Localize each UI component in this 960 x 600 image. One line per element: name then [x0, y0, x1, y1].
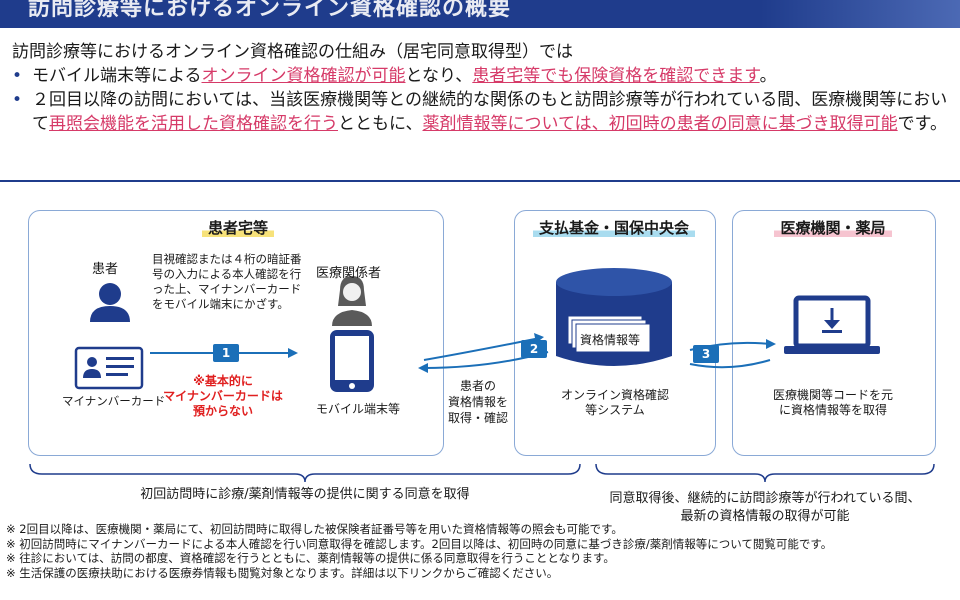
footnotes: ※ 2回目以降は、医療機関・薬局にて、初回訪問時に取得した被保険者証番号等を用い… — [6, 522, 956, 580]
exchange-label: 患者の 資格情報を 取得・確認 — [447, 379, 508, 425]
id-card-icon — [74, 346, 144, 390]
system-label: オンライン資格確認 等システム — [560, 388, 669, 417]
mobile-device-icon — [330, 330, 374, 392]
footnote-1: ※ 2回目以降は、医療機関・薬局にて、初回訪問時に取得した被保険者証番号等を用い… — [6, 522, 623, 536]
clinic-description: 医療機関等コードを元 に資格情報等を取得 — [772, 388, 893, 417]
patient-icon — [90, 283, 130, 322]
medical-staff-icon — [332, 276, 372, 326]
footnote-3: ※ 往診においては、訪問の都度、資格確認を行うとともに、薬剤情報等の提供に係る同… — [6, 551, 615, 565]
laptop-icon — [784, 295, 880, 354]
device-label: モバイル端末等 — [316, 402, 401, 416]
bracket-left-text: 初回訪問時に診療/薬剤情報等の提供に関する同意を取得 — [140, 487, 470, 502]
bracket-right-text: 同意取得後、継続的に訪問診療等が行われている間、 最新の資格情報の取得が可能 — [609, 491, 921, 524]
footnote-4: ※ 生活保護の医療扶助における医療券情報も閲覧対象となります。詳細は以下リンクか… — [6, 565, 559, 580]
database-icon — [556, 268, 672, 366]
step-badge-1: 1 — [213, 344, 239, 362]
database-label: 資格情報等 — [580, 333, 641, 347]
step-badge-3: 3 — [693, 345, 719, 363]
card-warning: ※基本的に マイナンバーカードは 預からない — [163, 374, 283, 418]
bracket-right — [595, 463, 935, 483]
footnote-2: ※ 初回訪問時にマイナンバーカードによる本人確認を行い同意取得を確認します。2回… — [6, 536, 833, 551]
staff-label: 医療関係者 — [316, 266, 382, 281]
verification-note: 目視確認または４桁の暗証番号の入力による本人確認を行った上、マイナンバーカードを… — [152, 252, 302, 311]
bracket-left — [29, 463, 581, 483]
patient-label: 患者 — [92, 262, 119, 277]
step-badge-2: 2 — [521, 340, 547, 358]
